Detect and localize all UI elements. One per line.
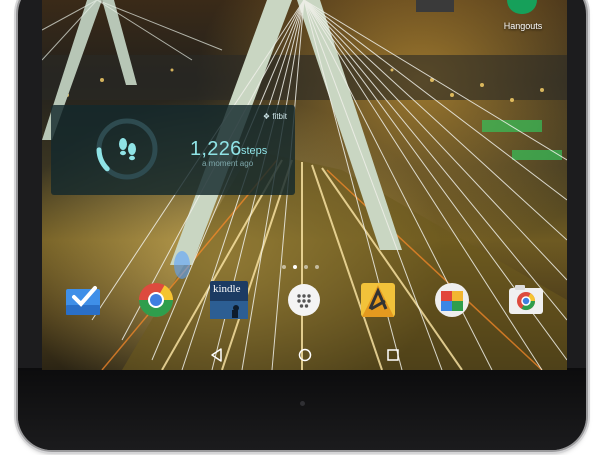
bottom-bezel <box>18 368 586 450</box>
hangouts-label: Hangouts <box>503 21 543 31</box>
chrome-icon[interactable] <box>137 281 175 319</box>
step-unit: steps <box>241 145 268 157</box>
kindle-icon[interactable]: kindle <box>210 281 248 319</box>
yelp-icon[interactable] <box>359 281 397 319</box>
step-progress-ring <box>96 118 158 180</box>
home-screen: Hangouts ❖ fitbit 1,226 steps a moment a… <box>42 0 567 370</box>
inbox-icon[interactable] <box>64 281 102 319</box>
recents-icon[interactable] <box>384 346 402 364</box>
step-count: 1,226 <box>190 138 242 160</box>
page-dot-current <box>293 265 297 269</box>
home-icon[interactable] <box>296 346 314 364</box>
back-icon[interactable] <box>208 346 226 364</box>
navigation-bar <box>42 342 567 370</box>
app-drawer-icon[interactable] <box>285 281 323 319</box>
app-shortcut-partial[interactable] <box>416 0 454 12</box>
footsteps-icon <box>119 138 136 161</box>
kindle-wordmark: kindle <box>213 283 241 295</box>
fitbit-widget[interactable]: ❖ fitbit 1,226 steps a moment ago <box>51 105 295 195</box>
page-dot <box>304 265 308 269</box>
photos-icon[interactable] <box>433 281 471 319</box>
front-sensor <box>300 401 305 406</box>
page-dot <box>282 265 286 269</box>
camera-icon[interactable] <box>507 281 545 319</box>
fitbit-brand: ❖ fitbit <box>262 112 287 121</box>
page-dot <box>315 265 319 269</box>
last-sync-time: a moment ago <box>202 159 254 168</box>
page-indicator <box>282 265 342 271</box>
